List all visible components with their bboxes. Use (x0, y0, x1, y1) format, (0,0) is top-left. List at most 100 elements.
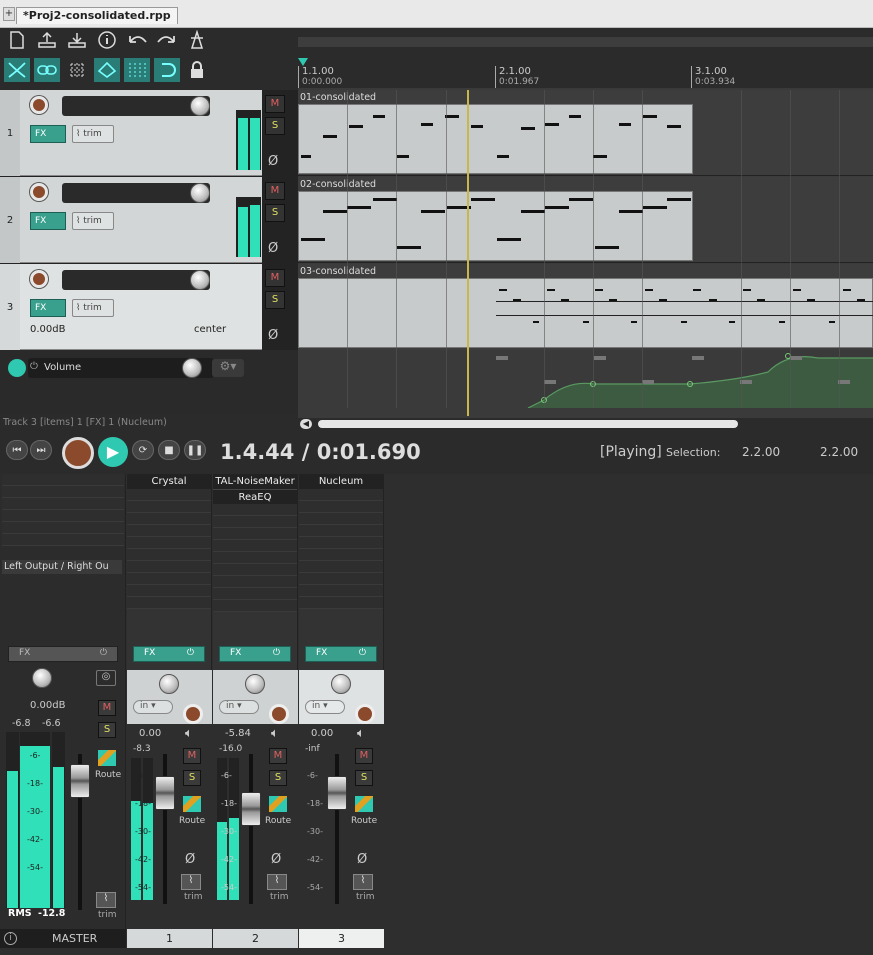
channel-number[interactable]: 2 (213, 929, 298, 948)
envelope-icon[interactable]: ⌇ (267, 874, 287, 890)
mute-button[interactable]: M (265, 95, 285, 113)
fx-slot[interactable]: ReaEQ (213, 489, 297, 504)
track-name-field[interactable] (62, 270, 210, 290)
repeat-icon[interactable]: ⟳ (132, 440, 154, 460)
solo-button[interactable]: S (355, 770, 373, 786)
volume-fader[interactable] (241, 792, 261, 826)
fx-slot[interactable]: Nucleum (299, 474, 383, 489)
mute-button[interactable]: M (269, 748, 287, 764)
midi-item[interactable] (298, 104, 693, 174)
record-arm-button[interactable] (30, 270, 48, 288)
go-to-start-icon[interactable]: ⏮ (6, 440, 28, 460)
pause-icon[interactable]: ❚❚ (184, 440, 206, 460)
scrollbar-thumb[interactable] (318, 420, 738, 428)
envelope-knob[interactable] (182, 358, 202, 378)
volume-knob[interactable] (190, 183, 210, 203)
envelope-icon[interactable]: ⌇ (353, 874, 373, 890)
pan-knob[interactable] (245, 674, 265, 694)
track-number[interactable]: 3 (0, 264, 20, 350)
envelope-settings-icon[interactable]: ⚙▾ (212, 359, 244, 377)
channel-number[interactable]: 3 (299, 929, 384, 948)
phase-icon[interactable]: Ø (185, 852, 195, 867)
speaker-icon[interactable]: 🔈︎ (271, 726, 279, 741)
trim-button[interactable]: ⌇ trim (72, 125, 114, 143)
phase-icon[interactable]: Ø (271, 852, 281, 867)
record-arm-button[interactable] (183, 704, 203, 724)
fx-button[interactable]: FX (30, 125, 66, 143)
volume-fader[interactable] (155, 776, 175, 810)
input-select[interactable]: in ▾ (133, 700, 173, 714)
link-icon[interactable] (34, 58, 60, 82)
master-pan-knob[interactable] (32, 668, 52, 688)
fx-button[interactable]: FX ⏻ (305, 646, 377, 662)
master-output-routing[interactable]: Left Output / Right Ou (2, 560, 122, 574)
envelope-icon[interactable]: ⌇ (96, 892, 116, 908)
track-number[interactable]: 1 (0, 90, 20, 176)
route-icon[interactable] (269, 796, 287, 812)
play-icon[interactable]: ▶ (98, 437, 128, 467)
fx-button[interactable]: FX (30, 299, 66, 317)
route-icon[interactable] (183, 796, 201, 812)
solo-button[interactable]: S (265, 117, 285, 135)
volume-knob[interactable] (190, 96, 210, 116)
go-to-end-icon[interactable]: ⏭ (30, 440, 52, 460)
track-3-header[interactable]: FX ⌇ trim 0.00dB center (20, 264, 262, 350)
stereo-icon[interactable]: ◎ (96, 670, 116, 686)
record-arm-button[interactable] (355, 704, 375, 724)
envelope-lane[interactable] (298, 350, 873, 408)
horizontal-scrollbar[interactable]: ◀ (298, 418, 873, 430)
undo-icon[interactable] (124, 28, 150, 52)
input-select[interactable]: in ▾ (305, 700, 345, 714)
record-arm-button[interactable] (30, 183, 48, 201)
midi-item[interactable] (298, 191, 693, 261)
master-mute-button[interactable]: M (98, 700, 116, 716)
record-button[interactable] (62, 437, 94, 469)
selection-start[interactable]: 2.2.00 (742, 445, 780, 459)
phase-icon[interactable]: Ø (268, 154, 278, 169)
scroll-left-icon[interactable]: ◀ (300, 419, 312, 429)
info-icon[interactable]: i (4, 932, 17, 945)
speaker-icon[interactable]: 🔈︎ (185, 726, 193, 741)
new-file-icon[interactable] (4, 28, 30, 52)
volume-fader[interactable] (327, 776, 347, 810)
track-name-field[interactable] (62, 96, 210, 116)
project-tab[interactable]: *Proj2-consolidated.rpp (16, 7, 178, 24)
channel-number[interactable]: 1 (127, 929, 212, 948)
new-tab-button[interactable]: + (3, 7, 15, 21)
fx-slot[interactable]: Crystal (127, 474, 211, 489)
trim-button[interactable]: ⌇ trim (72, 299, 114, 317)
snap-icon[interactable] (94, 58, 120, 82)
volume-knob[interactable] (190, 270, 210, 290)
master-solo-button[interactable]: S (98, 722, 116, 738)
input-select[interactable]: in ▾ (219, 700, 259, 714)
info-icon[interactable] (94, 28, 120, 52)
grid-icon[interactable] (64, 58, 90, 82)
mute-button[interactable]: M (183, 748, 201, 764)
open-icon[interactable] (34, 28, 60, 52)
trim-button[interactable]: ⌇ trim (72, 212, 114, 230)
envelope-active-button[interactable] (8, 359, 26, 377)
loop-icon[interactable] (154, 58, 180, 82)
track-name-field[interactable] (62, 183, 210, 203)
phase-icon[interactable]: Ø (268, 328, 278, 343)
track-2-header[interactable]: FX ⌇ trim (20, 177, 262, 263)
timeline-ruler[interactable]: 1.1.00 0:00.000 2.1.00 0:01.967 3.1.00 0:03… (298, 58, 873, 88)
fx-button[interactable]: FX ⏻ (133, 646, 205, 662)
route-icon[interactable] (98, 750, 116, 766)
speaker-icon[interactable]: 🔈︎ (357, 726, 365, 741)
selection-end[interactable]: 2.2.00 (820, 445, 858, 459)
envelope-icon[interactable]: ⌇ (181, 874, 201, 890)
mute-button[interactable]: M (265, 182, 285, 200)
fx-slot[interactable]: TAL-NoiseMaker (213, 474, 297, 489)
fx-button[interactable]: FX (30, 212, 66, 230)
route-icon[interactable] (355, 796, 373, 812)
track-1-header[interactable]: FX ⌇ trim (20, 90, 262, 176)
solo-button[interactable]: S (183, 770, 201, 786)
pan-knob[interactable] (159, 674, 179, 694)
master-fader[interactable] (70, 764, 90, 798)
lock-icon[interactable] (184, 58, 210, 82)
fx-button[interactable]: FX ⏻ (219, 646, 291, 662)
solo-button[interactable]: S (265, 204, 285, 222)
grid-lines-icon[interactable] (124, 58, 150, 82)
metronome-icon[interactable] (184, 28, 210, 52)
